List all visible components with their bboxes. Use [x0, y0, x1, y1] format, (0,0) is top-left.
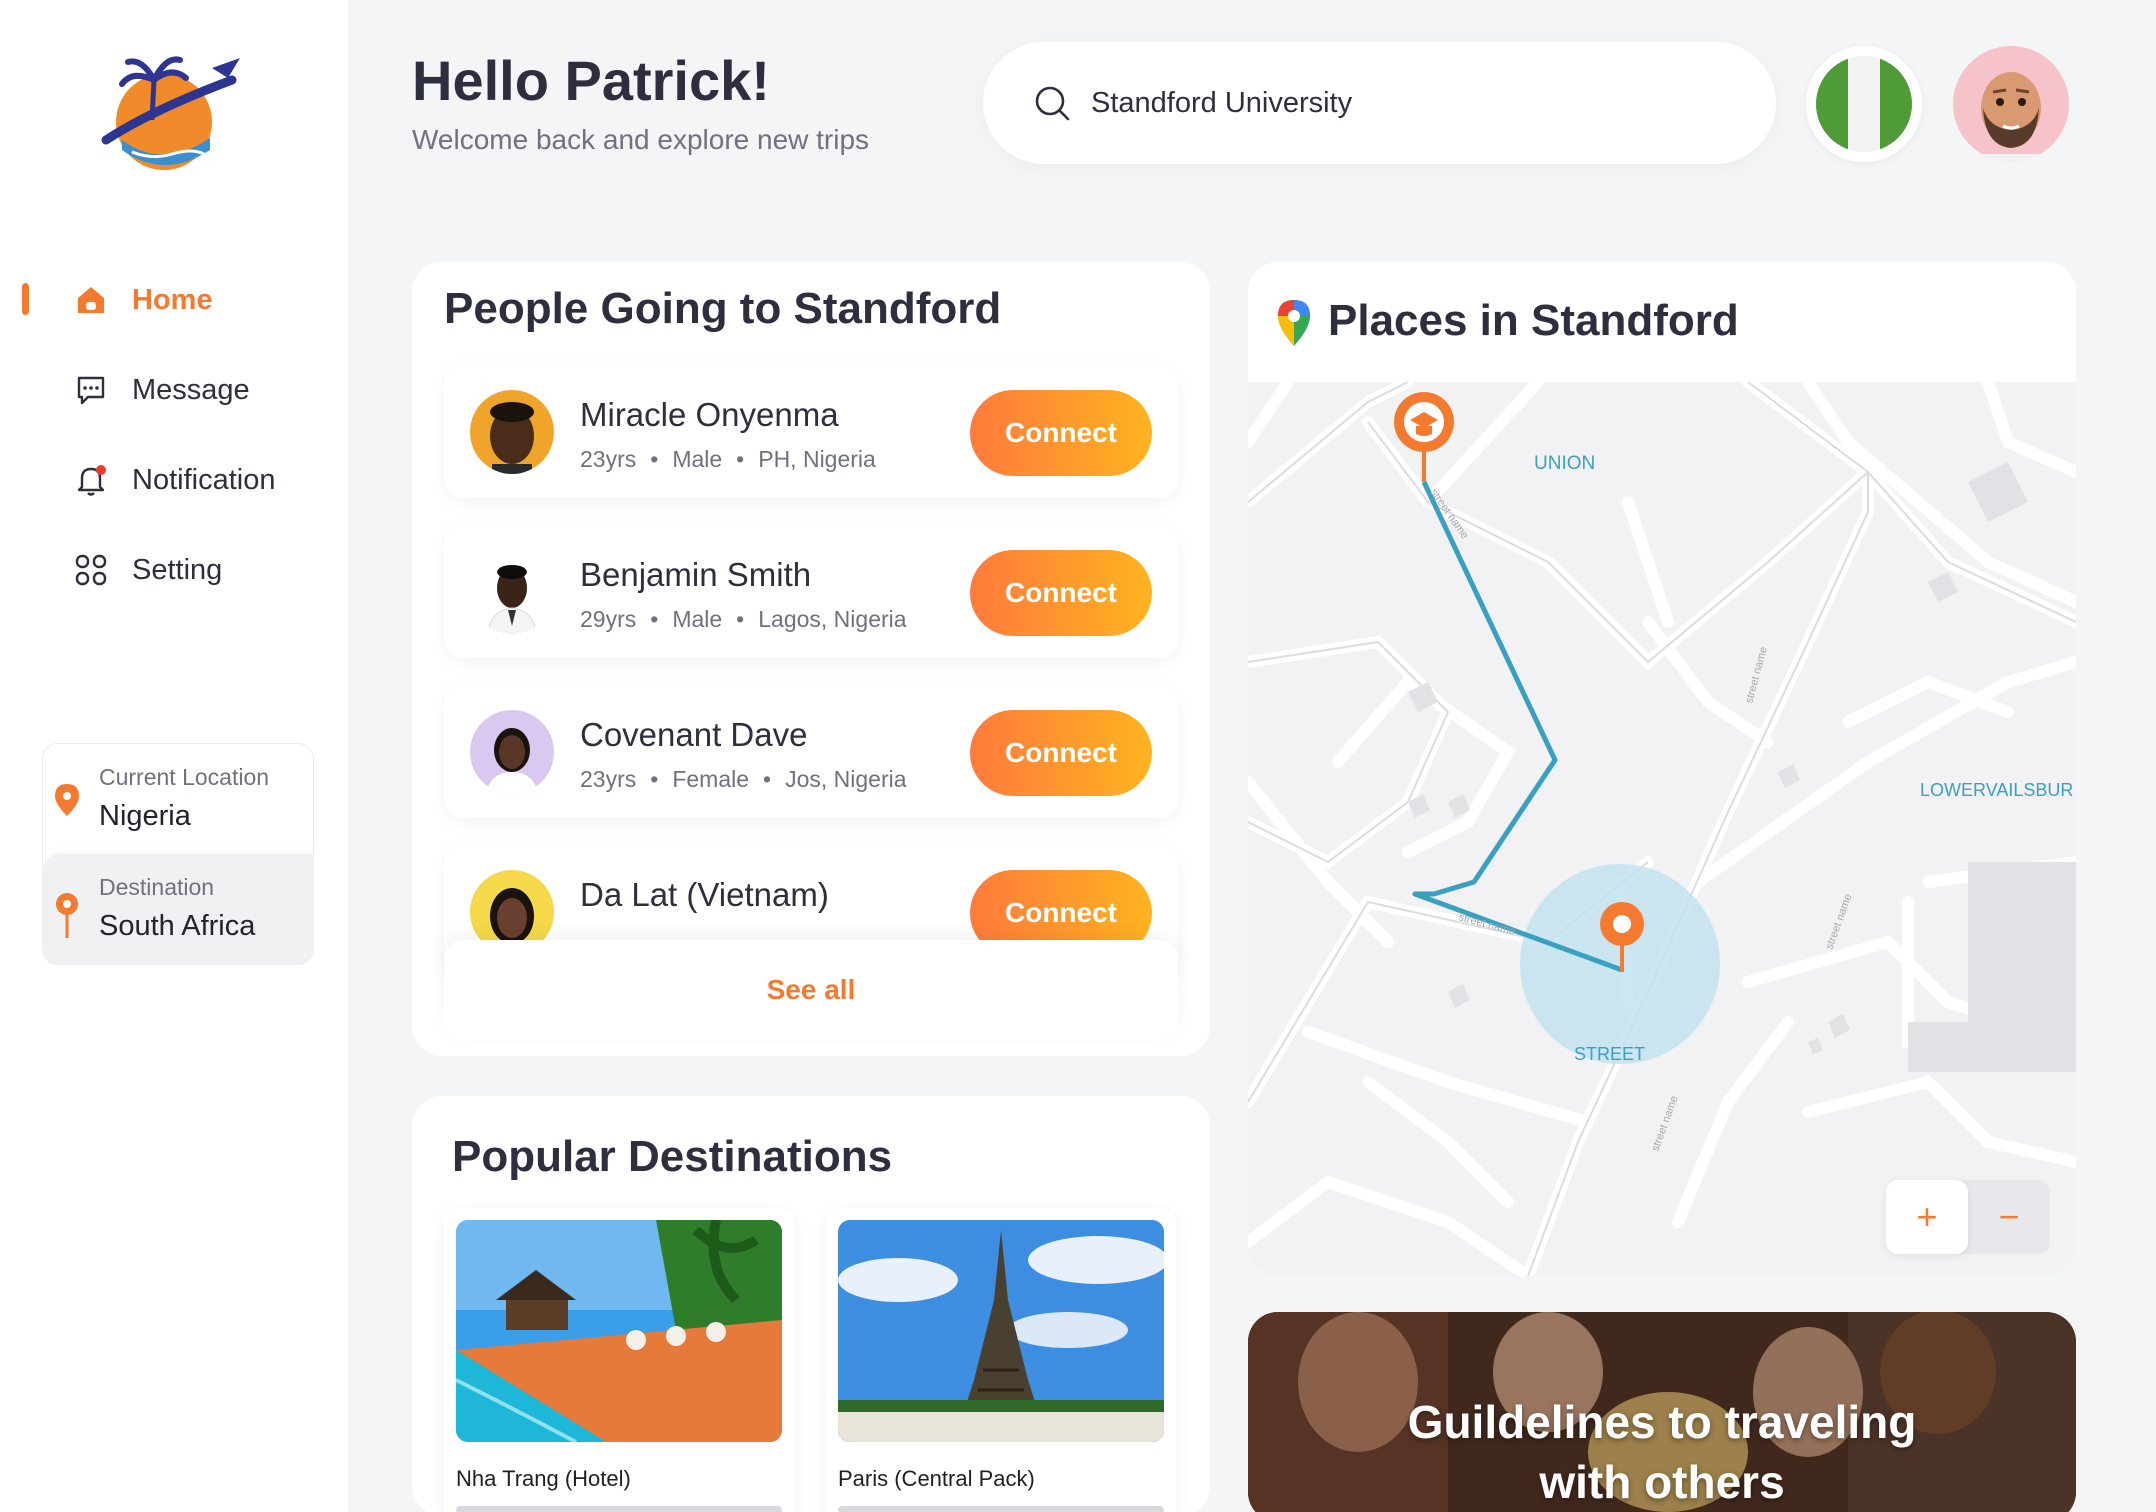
destination-card[interactable]: Nha Trang (Hotel): [444, 1208, 794, 1512]
person-name: Da Lat (Vietnam): [580, 876, 829, 913]
current-location-label: Current Location: [99, 764, 270, 790]
person-gender: Male: [672, 446, 723, 472]
places-map-card: Places in Standford UNION LOWERVAILSBUR …: [1248, 262, 2076, 1276]
person-row: Covenant Dave 23yrs • Female • Jos, Nigeria …: [444, 686, 1178, 818]
user-avatar[interactable]: [1953, 46, 2069, 162]
active-indicator: [22, 283, 29, 315]
person-place: PH, Nigeria: [758, 446, 876, 472]
map-label-street: STREET: [1574, 1044, 1645, 1064]
person-row: Benjamin Smith 29yrs • Male • Lagos, Nigeria…: [444, 526, 1178, 658]
nav-notification-label: Notification: [132, 463, 276, 496]
guidelines-title-line1: Guildelines to traveling: [1407, 1396, 1917, 1448]
nav-home[interactable]: Home: [72, 270, 213, 330]
destination-value: South Africa: [99, 910, 256, 942]
map-street-name: street name: [1824, 892, 1855, 951]
nav-setting[interactable]: Setting: [72, 540, 222, 600]
person-age: 23yrs: [580, 446, 637, 472]
guidelines-card[interactable]: Guildelines to traveling with others: [1248, 1312, 2076, 1512]
grid-icon: [72, 551, 110, 589]
destination-description: [838, 1506, 1164, 1512]
popular-destinations-card: Popular Destinations Nha Trang (Hotel) P…: [412, 1096, 1210, 1512]
destination-card[interactable]: Paris (Central Pack): [826, 1208, 1176, 1512]
bell-icon: [72, 461, 110, 499]
person-meta: 29yrs • Male • Lagos, Nigeria: [580, 606, 907, 632]
person-photo: [470, 550, 554, 634]
person-gender: Female: [672, 766, 750, 792]
connect-button[interactable]: Connect: [970, 390, 1152, 476]
popular-destinations-title: Popular Destinations: [452, 1132, 893, 1181]
connect-button[interactable]: Connect: [970, 550, 1152, 636]
guidelines-title: Guildelines to traveling with others: [1248, 1392, 2076, 1512]
guidelines-title-line2: with others: [1539, 1456, 1785, 1508]
places-title: Places in Standford: [1328, 296, 1739, 345]
person-photo: [470, 390, 554, 474]
person-meta: 23yrs • Female • Jos, Nigeria: [580, 766, 907, 792]
sidebar: Home Message Notification Setting Curren…: [0, 0, 348, 1512]
destination-label: Destination: [99, 874, 215, 900]
map-label-lower: LOWERVAILSBUR: [1920, 780, 2073, 800]
language-flag-button[interactable]: [1806, 46, 1922, 162]
nav-notification[interactable]: Notification: [72, 450, 275, 510]
zoom-controls: + −: [1886, 1180, 2050, 1254]
destination-image: [838, 1220, 1164, 1442]
search-bar[interactable]: [983, 42, 1776, 164]
home-icon: [72, 281, 110, 319]
app-logo: [92, 50, 242, 180]
destination-description: [456, 1506, 782, 1512]
person-row: Miracle Onyenma 23yrs • Male • PH, Nigeria C…: [444, 366, 1178, 498]
nav-message[interactable]: Message: [72, 360, 250, 420]
connect-button[interactable]: Connect: [970, 710, 1152, 796]
greeting-subtitle: Welcome back and explore new trips: [412, 124, 870, 155]
destination-location[interactable]: Destination South Africa: [43, 854, 313, 964]
chat-bubble-icon: [72, 371, 110, 409]
search-icon: [1035, 86, 1070, 121]
map-street-name: street name: [1650, 1094, 1681, 1153]
search-input[interactable]: [1091, 86, 1711, 120]
location-pin-icon: [55, 784, 79, 816]
map-view[interactable]: UNION LOWERVAILSBUR STREET street name s…: [1248, 376, 2076, 1276]
destination-name: Paris (Central Pack): [838, 1466, 1035, 1491]
see-all-link[interactable]: See all: [444, 940, 1178, 1040]
person-name: Miracle Onyenma: [580, 396, 839, 433]
nav-home-label: Home: [132, 283, 213, 316]
person-place: Jos, Nigeria: [785, 766, 907, 792]
location-card: Current Location Nigeria Destination Sou…: [42, 743, 314, 965]
person-place: Lagos, Nigeria: [758, 606, 907, 632]
greeting-title: Hello Patrick!: [412, 49, 770, 112]
person-name: Covenant Dave: [580, 716, 808, 753]
person-gender: Male: [672, 606, 723, 632]
people-going-card: People Going to Standford Miracle Onyenm…: [412, 262, 1210, 1056]
current-location-value: Nigeria: [99, 800, 191, 832]
zoom-in-button[interactable]: +: [1886, 1180, 1968, 1254]
google-maps-icon: [1278, 300, 1310, 346]
destination-name: Nha Trang (Hotel): [456, 1466, 631, 1491]
nav-message-label: Message: [132, 373, 250, 406]
map-street-name: street name: [1743, 646, 1770, 705]
person-age: 29yrs: [580, 606, 637, 632]
destination-image: [456, 1220, 782, 1442]
person-name: Benjamin Smith: [580, 556, 812, 593]
nav-setting-label: Setting: [132, 553, 223, 586]
zoom-out-button[interactable]: −: [1968, 1180, 2050, 1254]
person-meta: 23yrs • Male • PH, Nigeria: [580, 446, 876, 472]
nigeria-flag-icon: [1816, 56, 1912, 152]
person-photo: [470, 710, 554, 794]
people-going-title: People Going to Standford: [444, 284, 1002, 333]
destination-pin-icon: [56, 893, 78, 938]
map-label-union: UNION: [1534, 453, 1595, 474]
current-location[interactable]: Current Location Nigeria: [43, 744, 313, 854]
person-age: 23yrs: [580, 766, 637, 792]
